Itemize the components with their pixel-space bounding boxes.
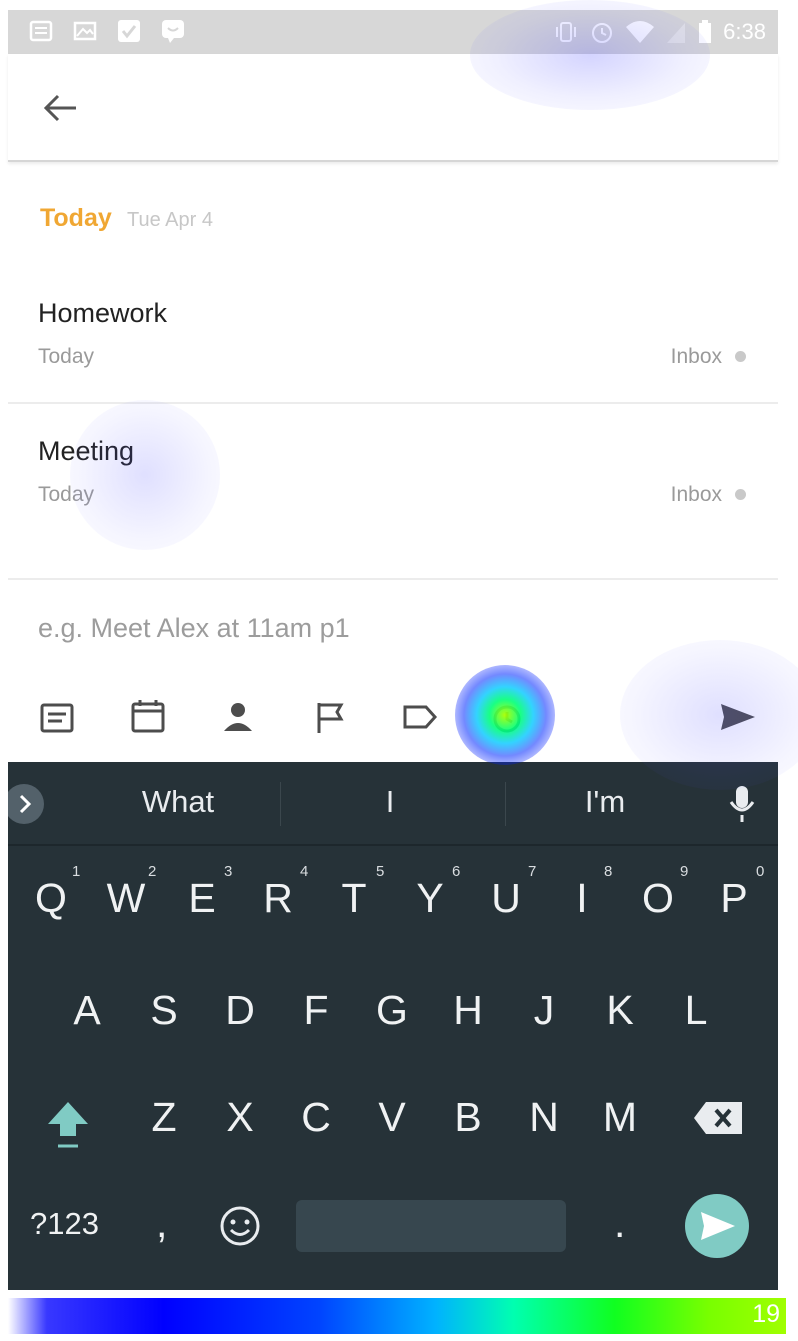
project-color-dot [735, 489, 746, 500]
signal-icon [667, 23, 686, 43]
key-hint: 6 [452, 863, 461, 880]
microphone-icon[interactable] [727, 784, 757, 824]
suggestion-divider [8, 844, 778, 846]
key-m[interactable]: M [590, 1094, 650, 1141]
key-hint: 9 [680, 863, 689, 880]
separator [280, 782, 281, 826]
divider [8, 402, 778, 404]
space-key[interactable] [296, 1200, 566, 1252]
key-comma[interactable]: , [156, 1200, 167, 1247]
key-s[interactable]: S [134, 987, 194, 1034]
key-t[interactable]: T [324, 875, 384, 922]
expand-icon[interactable] [8, 782, 48, 826]
key-h[interactable]: H [438, 987, 498, 1034]
suggestion[interactable]: I'm [545, 784, 665, 820]
key-x[interactable]: X [210, 1094, 270, 1141]
divider [8, 578, 778, 580]
enter-send-icon[interactable] [684, 1193, 750, 1259]
emoji-icon[interactable] [218, 1204, 262, 1248]
key-y[interactable]: Y [400, 875, 460, 922]
heatmap-spot [70, 400, 220, 550]
check-icon [118, 20, 140, 42]
key-j[interactable]: J [514, 987, 574, 1034]
backspace-icon[interactable] [692, 1100, 744, 1136]
battery-icon [699, 20, 712, 43]
status-bar: 6:38 [8, 10, 778, 54]
key-o[interactable]: O [628, 875, 688, 922]
task-title[interactable]: Homework [38, 298, 167, 329]
key-hint: 5 [376, 863, 385, 880]
key-p[interactable]: P [704, 875, 764, 922]
task-title[interactable]: Meeting [38, 436, 134, 467]
flag-icon[interactable] [310, 697, 350, 737]
notes-icon[interactable] [37, 697, 77, 737]
person-icon[interactable] [218, 697, 258, 737]
key-u[interactable]: U [476, 875, 536, 922]
suggestion[interactable]: I [330, 784, 450, 820]
key-b[interactable]: B [438, 1094, 498, 1141]
key-c[interactable]: C [286, 1094, 346, 1141]
task-project: Inbox [670, 483, 722, 506]
label-icon[interactable] [400, 697, 440, 737]
project-color-dot [735, 351, 746, 362]
key-hint: 3 [224, 863, 233, 880]
key-i[interactable]: I [552, 875, 612, 922]
reminder-icon[interactable] [487, 697, 527, 737]
key-w[interactable]: W [96, 875, 156, 922]
key-hint: 2 [148, 863, 157, 880]
key-q[interactable]: Q [21, 875, 81, 922]
task-due: Today [38, 345, 95, 368]
legend-value: 19 [752, 1300, 780, 1328]
separator [505, 782, 506, 826]
key-k[interactable]: K [590, 987, 650, 1034]
key-z[interactable]: Z [134, 1094, 194, 1141]
key-hint: 7 [528, 863, 537, 880]
section-title: Today [40, 204, 112, 232]
key-e[interactable]: E [172, 875, 232, 922]
suggestion[interactable]: What [118, 784, 238, 820]
key-r[interactable]: R [248, 875, 308, 922]
app-bar [8, 54, 778, 162]
arrow-left-icon[interactable] [38, 88, 82, 128]
vibrate-icon [556, 22, 577, 42]
key-hint: 1 [72, 863, 81, 880]
alarm-icon [592, 23, 613, 43]
key-l[interactable]: L [666, 987, 726, 1034]
heatmap-legend [8, 1298, 786, 1334]
clock: 6:38 [723, 19, 766, 44]
key-a[interactable]: A [57, 987, 117, 1034]
send-icon[interactable] [718, 697, 758, 737]
calendar-icon[interactable] [128, 697, 168, 737]
key-hint: 8 [604, 863, 613, 880]
task-project: Inbox [670, 345, 722, 368]
gallery-icon [73, 21, 97, 41]
symbols-key[interactable]: ?123 [30, 1206, 99, 1242]
key-hint: 4 [300, 863, 309, 880]
chat-icon [162, 20, 184, 43]
section-date: Tue Apr 4 [127, 209, 213, 231]
news-icon [29, 20, 53, 42]
wifi-icon [626, 21, 655, 43]
key-n[interactable]: N [514, 1094, 574, 1141]
key-g[interactable]: G [362, 987, 422, 1034]
key-v[interactable]: V [362, 1094, 422, 1141]
task-due: Today [38, 483, 95, 506]
key-hint: 0 [756, 863, 765, 880]
key-f[interactable]: F [286, 987, 346, 1034]
system-status: 6:38 [553, 10, 766, 54]
task-input[interactable]: e.g. Meet Alex at 11am p1 [38, 613, 350, 644]
key-d[interactable]: D [210, 987, 270, 1034]
key-period[interactable]: . [614, 1200, 625, 1247]
shift-icon[interactable] [44, 1098, 92, 1150]
